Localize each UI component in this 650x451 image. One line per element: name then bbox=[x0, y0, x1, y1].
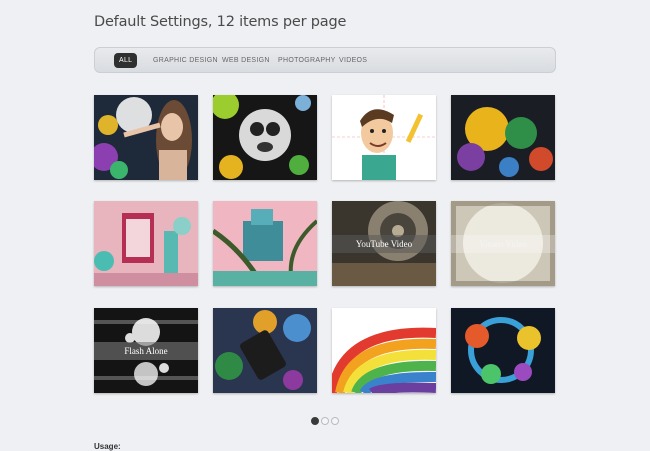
page-dot-3[interactable] bbox=[331, 417, 339, 425]
thumbnail-image bbox=[213, 95, 317, 180]
vimeo-video-caption: Vimeo Video bbox=[451, 235, 555, 253]
filter-all[interactable]: ALL bbox=[114, 53, 138, 68]
filter-graphic-design[interactable]: GRAPHIC DESIGN bbox=[153, 54, 218, 68]
gallery-thumbnail-10[interactable] bbox=[213, 308, 317, 393]
thumbnail-image bbox=[213, 201, 317, 286]
page-dot-1[interactable] bbox=[311, 417, 319, 425]
gallery-thumbnail-3[interactable] bbox=[332, 95, 436, 180]
gallery-thumbnail-8[interactable]: Vimeo Video bbox=[451, 201, 555, 286]
filter-videos[interactable]: VIDEOS bbox=[339, 54, 367, 68]
thumbnail-image bbox=[451, 308, 555, 393]
gallery-thumbnail-12[interactable] bbox=[451, 308, 555, 393]
youtube-video-caption: YouTube Video bbox=[332, 235, 436, 253]
filter-photography[interactable]: PHOTOGRAPHY bbox=[278, 54, 336, 68]
flash-alone-caption: Flash Alone bbox=[94, 342, 198, 360]
gallery-thumbnail-6[interactable] bbox=[213, 201, 317, 286]
gallery-thumbnail-2[interactable] bbox=[213, 95, 317, 180]
filter-web-design[interactable]: WEB DESIGN bbox=[222, 54, 270, 68]
thumbnail-image bbox=[332, 308, 436, 393]
thumbnail-image bbox=[94, 201, 198, 286]
gallery-thumbnail-1[interactable] bbox=[94, 95, 198, 180]
gallery-thumbnail-7[interactable]: YouTube Video bbox=[332, 201, 436, 286]
gallery-thumbnail-4[interactable] bbox=[451, 95, 555, 180]
page-title: Default Settings, 12 items per page bbox=[94, 14, 347, 30]
thumbnail-image bbox=[451, 95, 555, 180]
thumbnail-image bbox=[213, 308, 317, 393]
gallery-thumbnail-9[interactable]: Flash Alone bbox=[94, 308, 198, 393]
thumbnail-image bbox=[94, 95, 198, 180]
gallery-thumbnail-11[interactable] bbox=[332, 308, 436, 393]
thumbnail-image bbox=[332, 95, 436, 180]
page-dot-2[interactable] bbox=[321, 417, 329, 425]
gallery-thumbnail-5[interactable] bbox=[94, 201, 198, 286]
filter-bar: ALL GRAPHIC DESIGN WEB DESIGN PHOTOGRAPH… bbox=[94, 47, 556, 73]
